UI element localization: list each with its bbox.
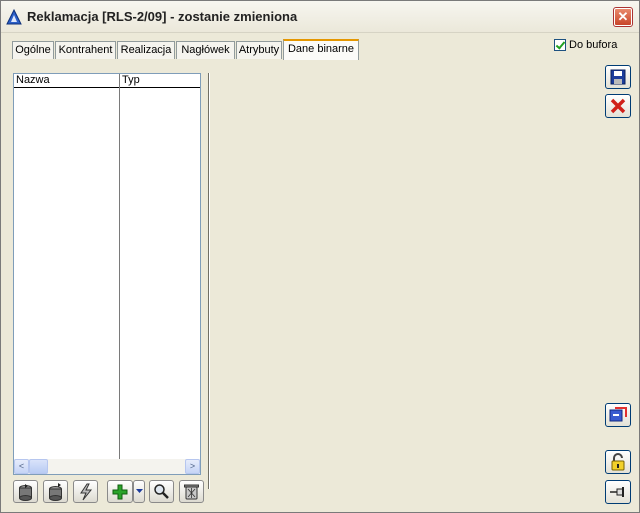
tab-realizacja[interactable]: Realizacja xyxy=(117,41,175,59)
complaint-window: Reklamacja [RLS-2/09] - zostanie zmienio… xyxy=(0,0,640,513)
save-icon xyxy=(610,69,626,85)
column-header-nazwa[interactable]: Nazwa xyxy=(16,74,50,87)
window-title: Reklamacja [RLS-2/09] - zostanie zmienio… xyxy=(27,9,298,24)
unlock-icon xyxy=(611,453,625,471)
delete-button[interactable] xyxy=(179,480,204,503)
horizontal-scrollbar[interactable]: < > xyxy=(14,459,200,474)
attachment-button[interactable] xyxy=(605,403,631,427)
add-icon xyxy=(112,484,128,499)
save-button[interactable] xyxy=(605,65,631,89)
cancel-icon xyxy=(610,98,626,114)
import-button[interactable] xyxy=(13,480,38,503)
lightning-icon xyxy=(79,483,92,500)
scroll-thumb[interactable] xyxy=(29,459,48,474)
add-dropdown-button[interactable] xyxy=(133,480,145,503)
title-bar: Reklamacja [RLS-2/09] - zostanie zmienio… xyxy=(1,1,639,33)
tab-ogolne[interactable]: Ogólne xyxy=(12,41,54,59)
add-button[interactable] xyxy=(107,480,133,503)
cancel-button[interactable] xyxy=(605,94,631,118)
binary-data-grid[interactable]: Nazwa Typ < > xyxy=(13,73,201,475)
database-import-icon xyxy=(19,483,32,501)
tab-naglowek[interactable]: Nagłówek xyxy=(176,41,235,59)
grid-header: Nazwa Typ xyxy=(14,74,200,88)
app-triangle-icon xyxy=(6,9,22,25)
dropdown-arrow-icon xyxy=(135,489,143,493)
do-bufora-label: Do bufora xyxy=(569,39,618,51)
tab-atrybuty[interactable]: Atrybuty xyxy=(236,41,282,59)
unlock-button[interactable] xyxy=(605,450,631,474)
column-header-typ[interactable]: Typ xyxy=(122,74,140,87)
trash-icon xyxy=(184,484,199,499)
panel-splitter[interactable] xyxy=(208,73,210,489)
pin-button[interactable] xyxy=(605,480,631,504)
close-button[interactable]: ✕ xyxy=(613,7,633,27)
checkbox-checked-icon[interactable] xyxy=(554,39,566,51)
attachment-icon xyxy=(609,407,627,422)
close-icon: ✕ xyxy=(617,9,629,24)
scroll-left-button[interactable]: < xyxy=(14,459,29,474)
search-icon xyxy=(154,484,169,499)
export-button[interactable] xyxy=(43,480,68,503)
column-divider[interactable] xyxy=(119,74,120,459)
scroll-right-button[interactable]: > xyxy=(185,459,200,474)
action-button[interactable] xyxy=(73,480,98,503)
database-export-icon xyxy=(49,482,62,501)
pin-icon xyxy=(610,487,624,497)
search-button[interactable] xyxy=(149,480,174,503)
tab-dane-binarne[interactable]: Dane binarne xyxy=(283,39,359,60)
do-bufora-checkbox[interactable]: Do bufora xyxy=(554,39,617,51)
tab-kontrahent[interactable]: Kontrahent xyxy=(55,41,116,59)
